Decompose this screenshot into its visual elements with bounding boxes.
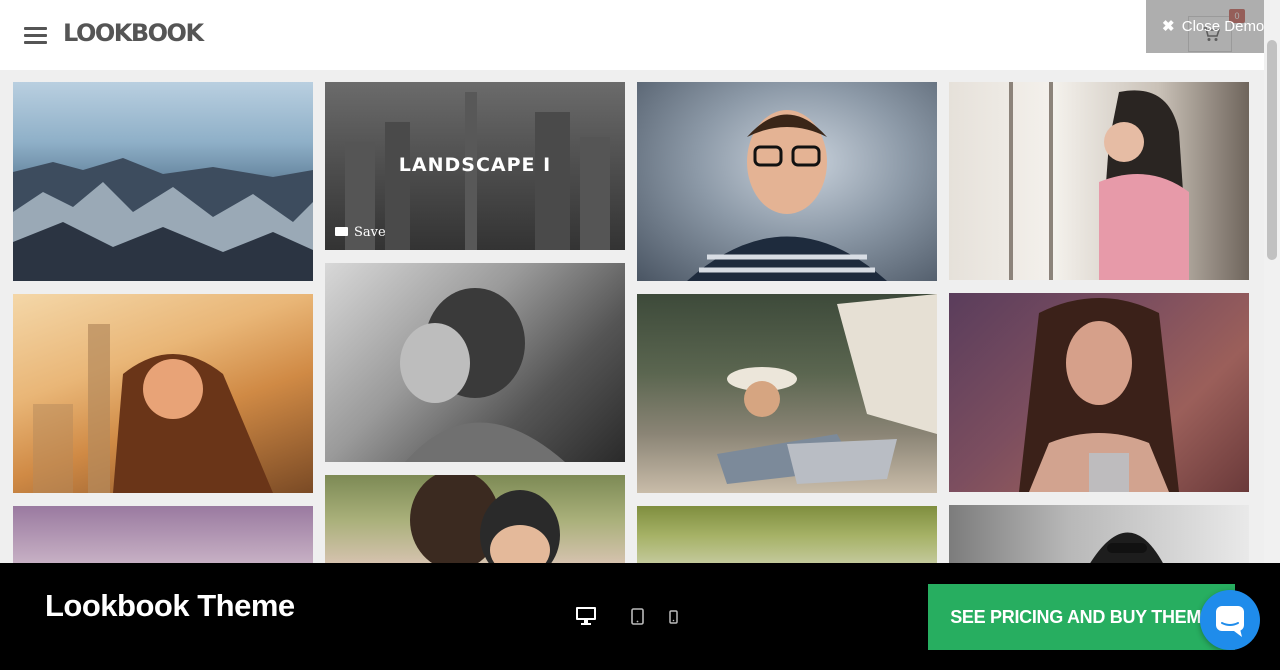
photo-tile-couple-portrait[interactable] xyxy=(325,475,625,565)
photo-tile-couple-camping[interactable] xyxy=(637,294,937,493)
site-logo[interactable]: LOOKBOOK xyxy=(63,19,204,47)
photo-tile-forest-road[interactable] xyxy=(637,506,937,566)
site-header: LOOKBOOK 0 xyxy=(0,0,1264,70)
photo-tile-city-rooftops[interactable] xyxy=(13,82,313,281)
tile-title: LANDSCAPE I xyxy=(398,154,552,176)
photo-tile-woman-window[interactable] xyxy=(949,82,1249,280)
demo-bar: Lookbook Theme SEE PRICING AND BUY THEME xyxy=(0,563,1280,670)
page-scrollbar[interactable] xyxy=(1264,0,1280,563)
close-demo-button[interactable]: ✖ Close Demo xyxy=(1146,0,1280,53)
mobile-icon[interactable] xyxy=(669,610,678,629)
photo-tile-man-glasses[interactable] xyxy=(637,82,937,281)
save-label: Save xyxy=(354,225,386,240)
photo-tile-woman-sunset-city[interactable] xyxy=(13,294,313,493)
photo-tile-woman-sunglasses[interactable] xyxy=(949,505,1249,565)
photo-tile-landscape-i[interactable]: LANDSCAPE I Save xyxy=(325,82,625,250)
buy-theme-button[interactable]: SEE PRICING AND BUY THEME xyxy=(928,584,1235,650)
folder-open-icon xyxy=(335,227,348,236)
photo-tile-forest-path[interactable] xyxy=(13,506,313,566)
close-demo-label: Close Demo xyxy=(1181,18,1265,35)
hamburger-menu-icon[interactable] xyxy=(24,27,47,44)
desktop-icon[interactable] xyxy=(575,606,597,631)
close-icon: ✖ xyxy=(1162,18,1175,35)
tablet-icon[interactable] xyxy=(631,608,644,630)
chat-bubble-icon[interactable] xyxy=(1200,590,1260,650)
photo-tile-couple-bw[interactable] xyxy=(325,263,625,462)
scrollbar-thumb[interactable] xyxy=(1267,40,1277,260)
photo-tile-woman-portrait[interactable] xyxy=(949,293,1249,492)
save-button[interactable]: Save xyxy=(335,225,386,240)
theme-title: Lookbook Theme xyxy=(45,588,295,623)
